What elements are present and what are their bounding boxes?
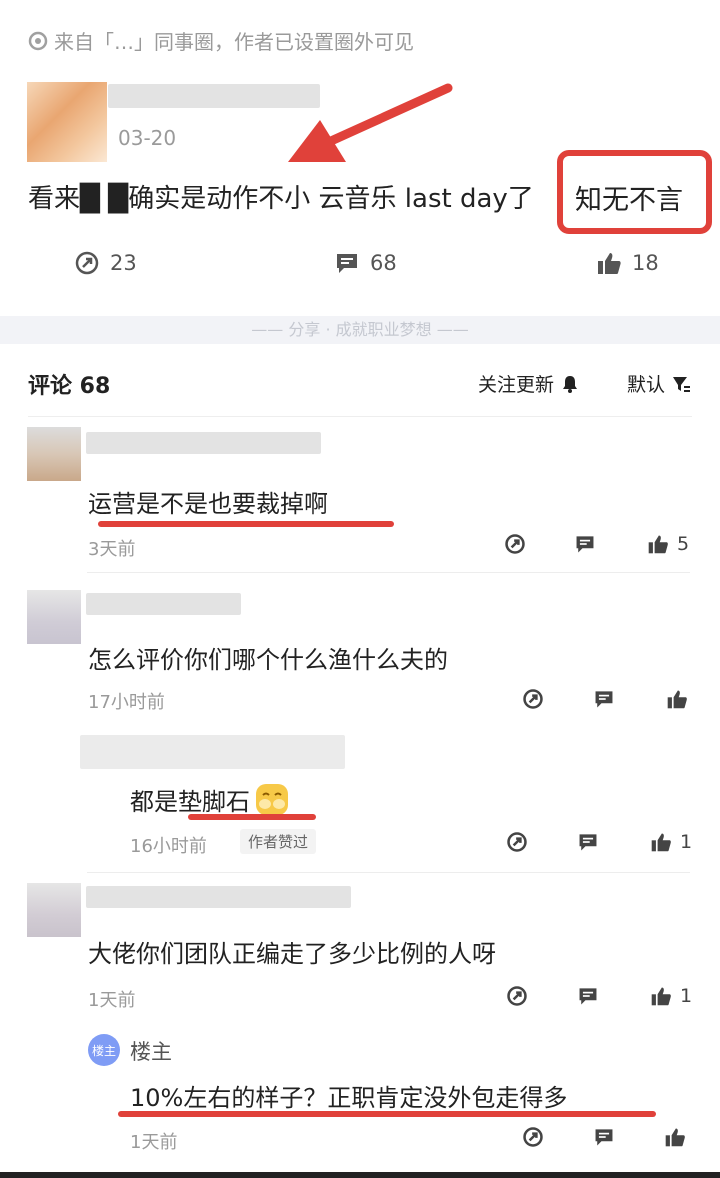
- comment-icon: [577, 831, 599, 853]
- comment-icon: [593, 1126, 615, 1148]
- share-icon: [506, 831, 528, 853]
- share-icon: [522, 688, 544, 710]
- reply-text: 10%左右的样子？正职肯定没外包走得多: [130, 1084, 568, 1112]
- reply-button[interactable]: [593, 688, 615, 710]
- comment-text: 大佬你们团队正编走了多少比例的人呀: [88, 940, 496, 968]
- comment-text: 运营是不是也要裁掉啊: [88, 490, 328, 518]
- share-icon: [522, 1126, 544, 1148]
- post-text: 看来█ █确实是动作不小 云音乐 last day了: [28, 184, 534, 214]
- source-text: 来自「…」同事圈，作者已设置圈外可见: [54, 30, 414, 54]
- comment-button[interactable]: 68: [334, 250, 397, 276]
- thumb-up-icon: [650, 985, 672, 1007]
- reply-text-content: 都是垫脚石: [130, 787, 250, 816]
- share-icon: [506, 985, 528, 1007]
- bottom-border: [0, 1172, 720, 1178]
- author-liked-tag: 作者赞过: [240, 829, 317, 854]
- reply-button[interactable]: [577, 831, 599, 853]
- comment-icon: [574, 533, 596, 555]
- comment-avatar[interactable]: [27, 883, 81, 937]
- comment-like-button[interactable]: 1: [650, 985, 692, 1007]
- follow-updates-label: 关注更新: [478, 374, 555, 396]
- share-icon: [74, 250, 100, 276]
- comment-avatar[interactable]: [27, 427, 81, 481]
- comment-time: 3天前: [88, 539, 136, 560]
- comment-author-name[interactable]: [86, 593, 241, 615]
- comment-icon: [334, 250, 360, 276]
- thumb-up-icon: [666, 688, 688, 710]
- source-line: 来自「…」同事圈，作者已设置圈外可见: [28, 26, 414, 55]
- reply-button[interactable]: [574, 533, 596, 555]
- reply-share-button[interactable]: [506, 985, 528, 1007]
- comment-author-name[interactable]: [86, 432, 321, 454]
- reply-author[interactable]: 楼主: [130, 1036, 172, 1066]
- comment-time: 1天前: [88, 990, 136, 1011]
- author-badge-label: 楼主: [91, 1043, 116, 1058]
- author-badge: 楼主: [88, 1034, 120, 1066]
- comment-icon: [577, 985, 599, 1007]
- thumb-up-icon: [596, 250, 622, 276]
- share-button[interactable]: 23: [74, 250, 137, 276]
- comment-time: 17小时前: [88, 692, 165, 713]
- divider-text: —— 分享 · 成就职业梦想 ——: [251, 320, 469, 339]
- comment-author-name[interactable]: [86, 886, 351, 908]
- comment-avatar[interactable]: [27, 590, 81, 644]
- reply-share-button[interactable]: [522, 688, 544, 710]
- location-icon: [28, 31, 48, 51]
- underline-annotation: [188, 814, 316, 820]
- comment-like-button[interactable]: 5: [647, 533, 689, 555]
- thumb-up-icon: [650, 831, 672, 853]
- comment-count: 68: [370, 251, 397, 275]
- comment-like-button[interactable]: [664, 1126, 686, 1148]
- post-date: 03-20: [118, 126, 177, 150]
- reply-share-button[interactable]: [504, 533, 526, 555]
- reply-time: 1天前: [130, 1132, 178, 1153]
- comment-separator: [87, 872, 690, 873]
- underline-annotation: [98, 521, 394, 527]
- thumb-up-icon: [664, 1126, 686, 1148]
- section-divider: —— 分享 · 成就职业梦想 ——: [0, 316, 720, 344]
- like-count: 18: [632, 251, 659, 275]
- like-button[interactable]: 18: [596, 250, 659, 276]
- sort-button[interactable]: 默认: [627, 370, 691, 397]
- bell-icon: [560, 374, 580, 394]
- sort-label: 默认: [627, 374, 666, 396]
- comment-like-count: 1: [680, 985, 693, 1007]
- comment-separator: [87, 572, 690, 573]
- comment-icon: [593, 688, 615, 710]
- reply-share-button[interactable]: [506, 831, 528, 853]
- comment-text: 怎么评价你们哪个什么渔什么夫的: [88, 646, 448, 674]
- follow-updates-button[interactable]: 关注更新: [478, 370, 580, 397]
- comment-like-button[interactable]: 1: [650, 831, 692, 853]
- reply-button[interactable]: [577, 985, 599, 1007]
- comment-like-count: 1: [680, 831, 693, 853]
- share-count: 23: [110, 251, 137, 275]
- post-highlight: 知无不言: [575, 185, 683, 216]
- comment-like-count: 5: [677, 533, 690, 555]
- thumb-up-icon: [647, 533, 669, 555]
- underline-annotation: [118, 1111, 656, 1117]
- reply-text: 都是垫脚石: [130, 781, 290, 817]
- reply-button[interactable]: [593, 1126, 615, 1148]
- comments-title: 评论 68: [28, 374, 111, 399]
- reply-share-button[interactable]: [522, 1126, 544, 1148]
- comment-like-button[interactable]: [666, 688, 696, 710]
- share-icon: [504, 533, 526, 555]
- filter-icon: [671, 374, 691, 394]
- smile-emoji-icon: [254, 781, 290, 817]
- red-arrow-annotation: [288, 83, 453, 162]
- reply-time: 16小时前: [130, 836, 207, 857]
- post-avatar[interactable]: [27, 82, 107, 162]
- header-separator: [28, 416, 692, 417]
- reply-author-name[interactable]: [80, 735, 345, 769]
